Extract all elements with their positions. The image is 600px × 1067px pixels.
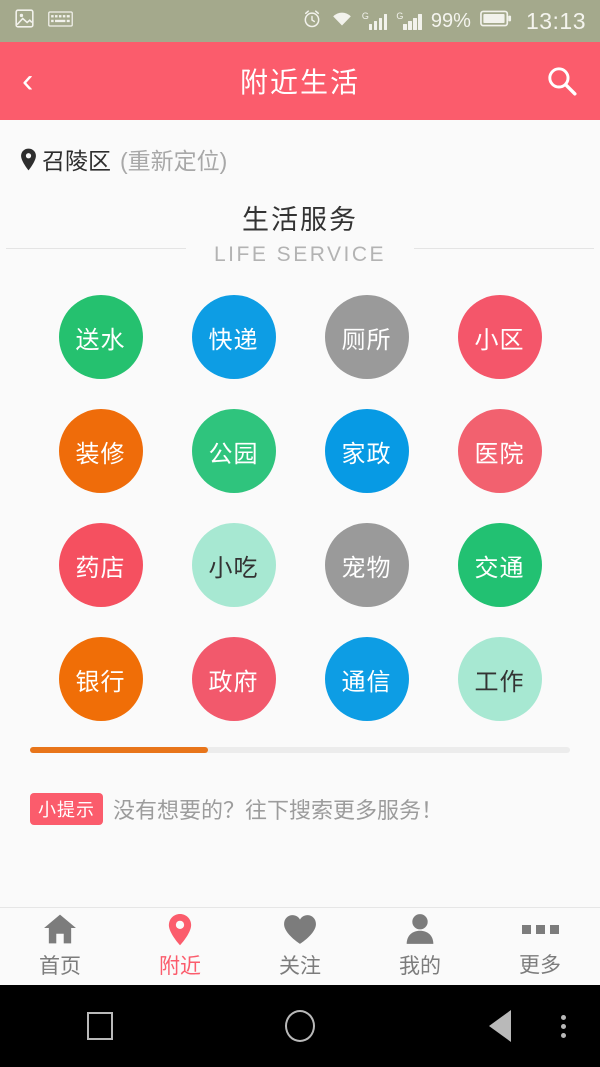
tab-我的[interactable]: 我的 (360, 913, 480, 980)
tab-label: 我的 (399, 955, 441, 978)
service-category-7[interactable]: 家政 (324, 409, 409, 493)
screenshot-icon (14, 8, 35, 34)
status-bar-right-icons: G G 99% 13:13 (302, 8, 586, 35)
service-category-12[interactable]: 交通 (457, 523, 542, 607)
pager-progress-fill (30, 747, 209, 753)
chevron-left-icon[interactable]: ‹ (22, 64, 62, 98)
location-pin-icon (20, 148, 37, 171)
tab-更多[interactable]: 更多 (480, 914, 600, 979)
section-divider-right (414, 248, 594, 249)
system-status-bar: G G 99% 13:13 (0, 0, 600, 42)
kebab-menu-icon[interactable] (561, 1014, 566, 1038)
tab-label: 更多 (519, 954, 561, 977)
service-category-8[interactable]: 医院 (457, 409, 542, 493)
service-category-grid: 送水 快递 厕所 小区装修 公园 家政 医院药店 小吃 宠物 交通银行 政府 通信 工作 (0, 271, 600, 721)
relocate-link[interactable]: (重新定位) (120, 142, 227, 176)
service-category-3[interactable]: 厕所 (324, 295, 409, 379)
tab-首页[interactable]: 首页 (0, 913, 120, 980)
alarm-icon (302, 9, 322, 34)
section-divider-left (6, 248, 186, 249)
keyboard-icon (48, 10, 73, 33)
battery-percent-label: 99% (430, 9, 471, 32)
signal-bars-sim1-icon: G (361, 10, 388, 30)
pager-progress-wrap (0, 721, 600, 753)
signal-bars-sim2-icon: G (396, 10, 422, 30)
service-category-6[interactable]: 公园 (191, 409, 276, 493)
tab-label: 附近 (159, 955, 201, 978)
app-header: ‹ 附近生活 (0, 42, 600, 120)
tip-text: 没有想要的？往下搜索更多服务！ (113, 798, 444, 823)
tip-bar: 小提示 没有想要的？往下搜索更多服务！ (0, 753, 600, 825)
person-icon (405, 913, 435, 945)
service-category-4[interactable]: 小区 (457, 295, 542, 379)
service-category-9[interactable]: 药店 (58, 523, 143, 607)
heart-icon (283, 913, 317, 945)
tip-badge: 小提示 (30, 793, 103, 825)
service-category-16[interactable]: 工作 (457, 637, 542, 721)
tab-label: 关注 (279, 955, 321, 978)
tab-关注[interactable]: 关注 (240, 913, 360, 980)
service-category-5[interactable]: 装修 (58, 409, 143, 493)
service-category-15[interactable]: 通信 (324, 637, 409, 721)
service-category-14[interactable]: 政府 (191, 637, 276, 721)
page-title: 附近生活 (239, 67, 360, 98)
wifi-icon (331, 10, 353, 33)
section-title-en: LIFE SERVICE (214, 243, 386, 266)
location-bar: 召陵区 (重新定位) (0, 120, 600, 192)
location-pin-icon (167, 913, 193, 945)
ellipsis-icon (521, 914, 559, 944)
service-category-2[interactable]: 快递 (191, 295, 276, 379)
section-header: 生活服务 LIFE SERVICE (0, 192, 600, 271)
battery-icon (480, 10, 512, 32)
page-content: 召陵区 (重新定位) 生活服务 LIFE SERVICE 送水 快递 厕所 小区装修公… (0, 120, 600, 907)
triangle-back-icon[interactable] (400, 1010, 600, 1042)
section-title-cn: 生活服务 (242, 205, 358, 235)
home-icon (43, 913, 77, 945)
tab-附近[interactable]: 附近 (120, 913, 240, 980)
current-city-label: 召陵区 (42, 148, 111, 174)
search-icon[interactable] (538, 65, 578, 97)
signal-network-type-sim2: G (396, 10, 404, 21)
bottom-tab-bar: 首页 附近 关注 我的 更多 (0, 907, 600, 985)
signal-network-type-sim1: G (361, 10, 369, 21)
square-recents-icon[interactable] (0, 1012, 200, 1040)
service-category-10[interactable]: 小吃 (191, 523, 276, 607)
service-category-11[interactable]: 宠物 (324, 523, 409, 607)
service-category-13[interactable]: 银行 (58, 637, 143, 721)
phone-screen: G G 99% 13:13 ‹ 附近生活 召陵区 (重新定位) 生活服务 LIF… (0, 0, 600, 1067)
circle-home-icon[interactable] (200, 1010, 400, 1042)
service-category-1[interactable]: 送水 (58, 295, 143, 379)
tab-label: 首页 (39, 955, 81, 978)
status-bar-clock: 13:13 (525, 7, 586, 34)
status-bar-left-icons (14, 8, 73, 34)
android-navigation-bar (0, 985, 600, 1067)
pager-progress-track[interactable] (30, 747, 570, 753)
